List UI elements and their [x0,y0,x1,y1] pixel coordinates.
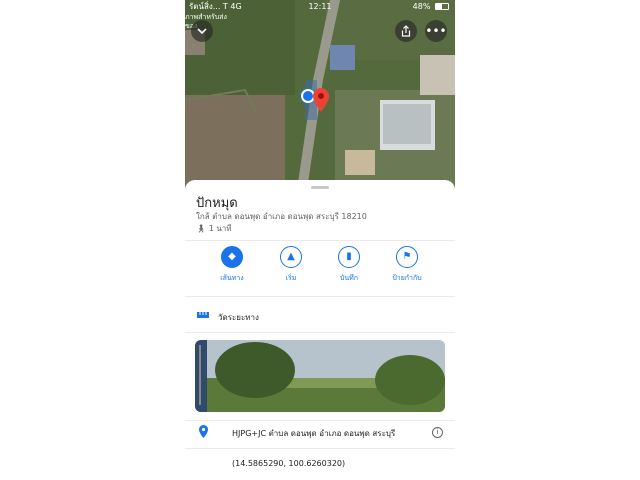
start-label: เริ่ม [285,274,297,282]
coordinates-row[interactable]: (14.5865290, 100.6260320) [185,459,455,473]
share-button[interactable] [395,20,417,42]
more-options-button[interactable]: ••• [425,20,447,42]
directions-button[interactable]: ◆ เส้นทาง [207,246,257,284]
place-sheet: ปักหมุด ใกล้ ตำบล ดอนพุด อำเภอ ดอนพุด สร… [185,180,455,480]
dropped-pin-icon[interactable] [313,88,329,112]
street-view-image [195,340,445,412]
location-pin-icon [199,425,208,441]
satellite-map[interactable]: รัตน์สิ่ง... T 4G 12:11 48% ภาพสำหรับส่ง… [185,0,455,190]
label-button[interactable]: ⚑ ป้ายกำกับ [382,246,432,284]
status-bar: รัตน์สิ่ง... T 4G 12:11 48% [185,0,455,14]
chevron-down-icon [197,28,207,35]
measure-distance-label: วัดระยะทาง [218,313,259,322]
bookmark-icon: ▮ [338,246,360,268]
walk-time-label: 1 นาที [208,224,232,233]
directions-label: เส้นทาง [220,274,244,282]
info-icon[interactable]: i [432,427,443,438]
battery-icon [435,3,449,10]
directions-icon: ◆ [221,246,243,268]
measure-distance-row[interactable]: วัดระยะทาง [185,308,455,328]
more-horizontal-icon: ••• [425,24,447,38]
save-label: บันทึก [339,274,359,282]
plus-code-label: HJPG+JC ตำบล ดอนพุด อำเภอ ดอนพุด สระบุรี [232,429,396,438]
sheet-grabber[interactable] [311,186,329,189]
flag-icon: ⚑ [396,246,418,268]
save-button[interactable]: ▮ บันทึก [324,246,374,284]
ruler-icon [197,310,209,321]
street-view-thumbnail[interactable] [195,340,445,412]
divider [185,240,455,241]
walk-time: 🚶︎ 1 นาที [196,222,232,235]
battery-indicator: 48% [413,0,449,14]
divider [185,420,455,421]
action-bar: ◆ เส้นทาง ▲ เริ่ม ▮ บันทึก ⚑ ป้ายกำกับ [185,246,455,296]
divider [185,332,455,333]
phone-screen: รัตน์สิ่ง... T 4G 12:11 48% ภาพสำหรับส่ง… [185,0,455,480]
walking-icon: 🚶︎ [196,224,207,233]
divider [185,296,455,297]
coordinates-label: (14.5865290, 100.6260320) [232,459,346,468]
share-icon [401,25,411,37]
plus-code-row[interactable]: HJPG+JC ตำบล ดอนพุด อำเภอ ดอนพุด สระบุรี… [185,424,455,446]
start-button[interactable]: ▲ เริ่ม [266,246,316,284]
label-label: ป้ายกำกับ [392,274,422,282]
divider [185,448,455,449]
collapse-button[interactable] [191,20,213,42]
navigation-icon: ▲ [280,246,302,268]
battery-percent: 48% [412,2,431,11]
